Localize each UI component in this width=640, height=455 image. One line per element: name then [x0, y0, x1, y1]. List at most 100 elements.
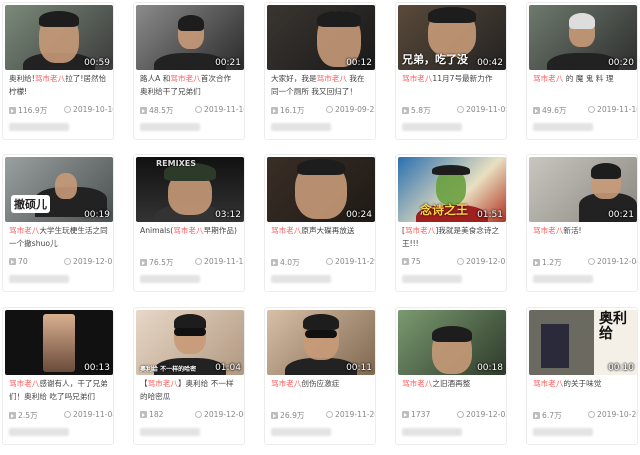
- video-thumbnail[interactable]: 念诗之王 01:51: [398, 157, 506, 222]
- video-title[interactable]: 骂市老八创伤应激症: [271, 378, 371, 404]
- thumbnail-caption: REMIXES: [156, 159, 196, 168]
- play-count-icon: [9, 258, 16, 265]
- duration-badge: 00:11: [346, 363, 372, 373]
- video-title[interactable]: 路人A 和骂市老八首次合作 奥利给干了兄弟们: [140, 73, 240, 99]
- video-thumbnail[interactable]: 兄弟，吃了没 00:42: [398, 5, 506, 70]
- duration-badge: 00:19: [84, 210, 110, 220]
- video-thumbnail[interactable]: 00:21: [136, 5, 244, 70]
- video-card[interactable]: 00:24 骂市老八原声大碟再放送 4.0万 2019-11-29: [264, 154, 376, 292]
- video-title[interactable]: 【骂市老八】奥利给 不一样的哈密瓜: [140, 378, 240, 404]
- duration-badge: 03:12: [215, 210, 241, 220]
- calendar-icon: [588, 411, 595, 418]
- author-name-blurred: [271, 428, 331, 436]
- calendar-icon: [195, 258, 202, 265]
- duration-badge: 00:20: [608, 58, 634, 68]
- video-title[interactable]: 骂市老八感谢有人，干了兄弟们！奥利给 吃了吗兄弟们: [9, 378, 109, 404]
- calendar-icon: [588, 106, 595, 113]
- video-card[interactable]: 兄弟，吃了没 00:42 骂市老八11月7号最新力作 5.8万 2019-11-0…: [395, 2, 507, 140]
- calendar-icon: [64, 411, 71, 418]
- video-meta: 16.1万 2019-09-23: [271, 105, 375, 117]
- video-meta: 1.2万 2019-12-04: [533, 257, 637, 269]
- video-thumbnail[interactable]: 00:18: [398, 310, 506, 375]
- calendar-icon: [326, 411, 333, 418]
- play-count-icon: [402, 411, 409, 418]
- calendar-icon: [64, 258, 71, 265]
- video-meta: 4.0万 2019-11-29: [271, 257, 375, 269]
- video-title[interactable]: [骂市老八]我就是美食念诗之王!!!: [402, 225, 502, 251]
- video-thumbnail[interactable]: 奥利给 00:10: [529, 310, 637, 375]
- play-count-icon: [9, 107, 16, 114]
- video-thumbnail[interactable]: 00:20: [529, 5, 637, 70]
- thumbnail-caption: 撤硕儿: [11, 195, 50, 213]
- video-card[interactable]: 奥利给 00:10 骂市老八的关于味觉 6.7万 2019-10-26: [526, 307, 638, 445]
- play-count-icon: [402, 258, 409, 265]
- video-title[interactable]: 骂市老八的关于味觉: [533, 378, 633, 404]
- thumbnail-caption: 奥利给 不一样的哈密: [140, 366, 197, 373]
- play-count-icon: [140, 411, 147, 418]
- video-thumbnail[interactable]: 00:24: [267, 157, 375, 222]
- video-thumbnail[interactable]: 00:59: [5, 5, 113, 70]
- duration-badge: 00:42: [477, 58, 503, 68]
- calendar-icon: [588, 258, 595, 265]
- thumbnail-caption: 奥利给: [599, 311, 627, 342]
- author-name-blurred: [140, 123, 200, 131]
- video-thumbnail[interactable]: 00:13: [5, 310, 113, 375]
- thumbnail-caption: 念诗之王: [420, 203, 469, 217]
- video-card[interactable]: 奥利给 不一样的哈密 01:04 【骂市老八】奥利给 不一样的哈密瓜 182 20…: [133, 307, 245, 445]
- video-meta: 48.5万 2019-11-10: [140, 105, 244, 117]
- video-card[interactable]: 念诗之王 01:51 [骂市老八]我就是美食念诗之王!!! 75 2019-12-…: [395, 154, 507, 292]
- duration-badge: 00:21: [215, 58, 241, 68]
- video-thumbnail[interactable]: 00:12: [267, 5, 375, 70]
- video-title[interactable]: 骂市老八 的 魔 鬼 料 理: [533, 73, 633, 99]
- video-card[interactable]: 撤硕儿 00:19 骂市老八大学生玩梗生活之同一个撤shuo儿 70 2019-1…: [2, 154, 114, 292]
- video-meta: 26.9万 2019-11-26: [271, 410, 375, 422]
- author-name-blurred: [271, 275, 331, 283]
- video-card[interactable]: 00:59 奥利给!骂市老八拉了!居然恰柠檬! 116.9万 2019-10-10: [2, 2, 114, 140]
- play-count-icon: [402, 107, 409, 114]
- author-name-blurred: [271, 123, 331, 131]
- video-meta: 76.5万 2019-11-15: [140, 257, 244, 269]
- video-meta: 2.5万 2019-11-08: [9, 410, 113, 422]
- video-title[interactable]: 大家好，我是骂市老八 我在同一个厕所 我又回归了！: [271, 73, 371, 99]
- play-count-icon: [271, 412, 278, 419]
- video-card[interactable]: 00:12 大家好，我是骂市老八 我在同一个厕所 我又回归了！ 16.1万 201…: [264, 2, 376, 140]
- video-card[interactable]: 00:20 骂市老八 的 魔 鬼 料 理 49.6万 2019-11-10: [526, 2, 638, 140]
- video-meta: 116.9万 2019-10-10: [9, 105, 113, 117]
- video-card[interactable]: 00:21 路人A 和骂市老八首次合作 奥利给干了兄弟们 48.5万 2019-1…: [133, 2, 245, 140]
- author-name-blurred: [140, 428, 200, 436]
- video-meta: 1737 2019-12-02: [402, 410, 506, 422]
- video-title[interactable]: 骂市老八之旧酒再整: [402, 378, 502, 404]
- video-title[interactable]: 奥利给!骂市老八拉了!居然恰柠檬!: [9, 73, 109, 99]
- calendar-icon: [195, 411, 202, 418]
- video-thumbnail[interactable]: REMIXES 03:12: [136, 157, 244, 222]
- play-count-icon: [533, 107, 540, 114]
- duration-badge: 00:59: [84, 58, 110, 68]
- author-name-blurred: [140, 275, 200, 283]
- play-count-icon: [271, 107, 278, 114]
- video-title[interactable]: 骂市老八大学生玩梗生活之同一个撤shuo儿: [9, 225, 109, 251]
- video-thumbnail[interactable]: 00:11: [267, 310, 375, 375]
- video-title[interactable]: 骂市老八11月7号最新力作: [402, 73, 502, 99]
- play-count-icon: [533, 259, 540, 266]
- play-count-icon: [140, 259, 147, 266]
- video-thumbnail[interactable]: 撤硕儿 00:19: [5, 157, 113, 222]
- video-title[interactable]: 骂市老八原声大碟再放送: [271, 225, 371, 251]
- video-card[interactable]: 00:11 骂市老八创伤应激症 26.9万 2019-11-26: [264, 307, 376, 445]
- author-name-blurred: [402, 123, 462, 131]
- calendar-icon: [457, 411, 464, 418]
- video-thumbnail[interactable]: 奥利给 不一样的哈密 01:04: [136, 310, 244, 375]
- video-meta: 6.7万 2019-10-26: [533, 410, 637, 422]
- video-card[interactable]: 00:21 骂市老八新活! 1.2万 2019-12-04: [526, 154, 638, 292]
- video-title[interactable]: Animals(骂市老八早期作品): [140, 225, 240, 251]
- video-card[interactable]: REMIXES 03:12 Animals(骂市老八早期作品) 76.5万 201…: [133, 154, 245, 292]
- video-meta: 70 2019-12-07: [9, 257, 113, 269]
- video-title[interactable]: 骂市老八新活!: [533, 225, 633, 251]
- video-card[interactable]: 00:18 骂市老八之旧酒再整 1737 2019-12-02: [395, 307, 507, 445]
- author-name-blurred: [402, 275, 462, 283]
- video-card[interactable]: 00:13 骂市老八感谢有人，干了兄弟们！奥利给 吃了吗兄弟们 2.5万 2019…: [2, 307, 114, 445]
- play-count-icon: [140, 107, 147, 114]
- video-grid: 00:59 奥利给!骂市老八拉了!居然恰柠檬! 116.9万 2019-10-10…: [0, 0, 640, 455]
- duration-badge: 00:18: [477, 363, 503, 373]
- video-thumbnail[interactable]: 00:21: [529, 157, 637, 222]
- thumbnail-caption: 兄弟，吃了没: [402, 53, 468, 66]
